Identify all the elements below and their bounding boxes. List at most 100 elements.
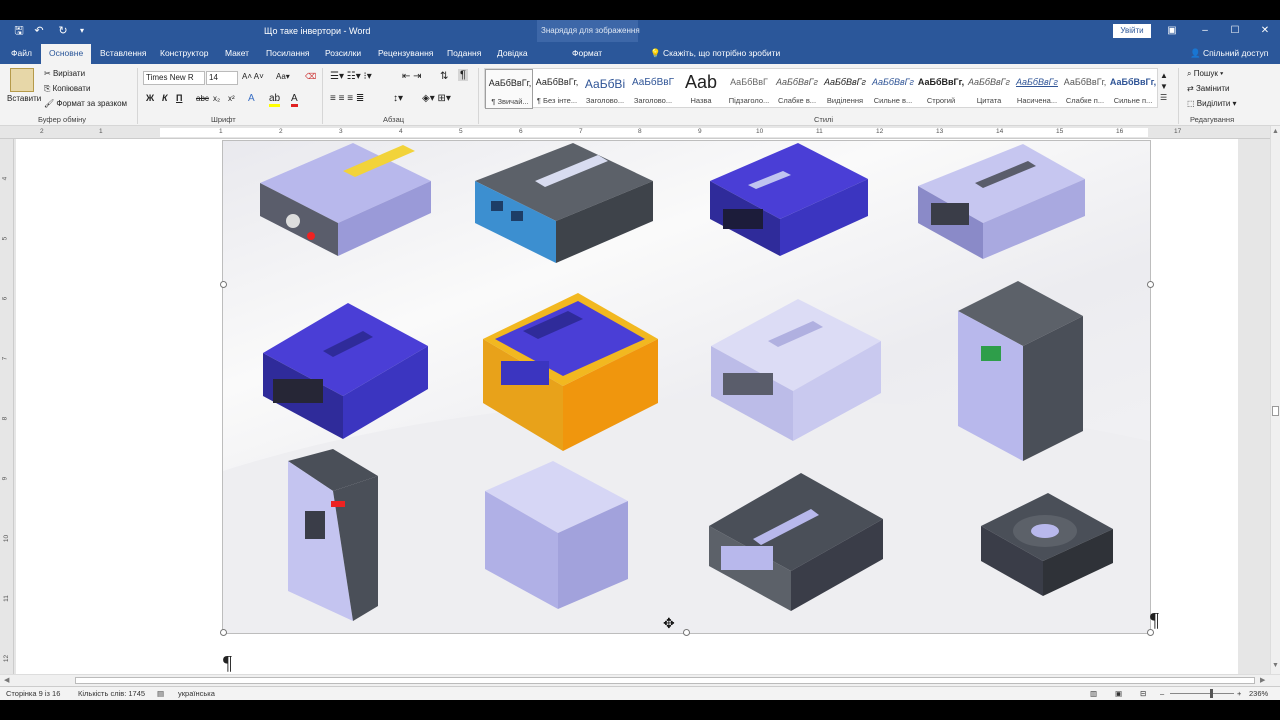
font-color-icon[interactable]: A bbox=[291, 93, 298, 107]
tell-me-search[interactable]: 💡 Скажіть, що потрібно зробити bbox=[650, 48, 780, 59]
style-emphasis[interactable]: АаБбВвГг Виділення bbox=[821, 69, 869, 109]
ruler-mark: 6 bbox=[519, 128, 523, 135]
tab-file[interactable]: Файл bbox=[11, 48, 32, 58]
style-normal[interactable]: АаБбВвГг, ¶ Звичай... bbox=[485, 69, 533, 109]
style-intense-quote[interactable]: АаБбВвГг Насичена... bbox=[1013, 69, 1061, 109]
style-heading1[interactable]: АаБбВі Заголово... bbox=[581, 69, 629, 109]
font-name-select[interactable]: Times New R bbox=[143, 71, 205, 85]
h-scroll-thumb[interactable] bbox=[75, 677, 1255, 684]
replace-button[interactable]: ⇄ Замінити bbox=[1187, 84, 1230, 93]
italic-button[interactable]: К bbox=[162, 93, 168, 103]
subscript-button[interactable]: x₂ bbox=[213, 94, 220, 103]
style-subtle-emphasis[interactable]: АаБбВвГг Слабке в... bbox=[773, 69, 821, 109]
resize-handle[interactable] bbox=[220, 281, 227, 288]
tab-home[interactable]: Основне bbox=[41, 44, 92, 64]
clear-format-icon[interactable]: ⌫ bbox=[305, 72, 316, 81]
inverters-image[interactable] bbox=[222, 140, 1151, 634]
superscript-button[interactable]: x² bbox=[228, 94, 235, 103]
bold-button[interactable]: Ж bbox=[146, 93, 154, 103]
page-count[interactable]: Сторінка 9 із 16 bbox=[6, 689, 60, 698]
horizontal-scrollbar[interactable]: ◀ ▶ bbox=[0, 674, 1280, 686]
style-preview: АаБбВвГг bbox=[824, 77, 866, 87]
save-icon[interactable]: 🖫 bbox=[12, 24, 26, 38]
zoom-level[interactable]: 236% bbox=[1249, 689, 1268, 698]
web-layout-icon[interactable]: ⊟ bbox=[1140, 689, 1146, 698]
cut-button[interactable]: ✂ Вирізати bbox=[44, 69, 85, 78]
sign-in-button[interactable]: Увійти bbox=[1113, 24, 1151, 38]
vertical-ruler[interactable]: 4 5 6 7 8 9 10 11 12 bbox=[0, 139, 14, 674]
scroll-right-icon[interactable]: ▶ bbox=[1260, 676, 1265, 684]
styles-scroll-icon[interactable]: ▲ ▼ ☰ bbox=[1160, 70, 1168, 103]
style-no-spacing[interactable]: АаБбВвГг, ¶ Без інте... bbox=[533, 69, 581, 109]
tab-help[interactable]: Довідка bbox=[497, 48, 528, 58]
ribbon-display-icon[interactable]: ▣ bbox=[1163, 23, 1181, 39]
align-icons[interactable]: ≡ ≡ ≡ ≣ bbox=[330, 93, 364, 104]
document-page[interactable]: ¶ ¶ bbox=[16, 139, 1238, 674]
underline-button[interactable]: П bbox=[176, 93, 182, 103]
tab-layout[interactable]: Макет bbox=[225, 48, 249, 58]
paste-icon[interactable] bbox=[10, 68, 34, 92]
line-spacing-icon[interactable]: ↕▾ bbox=[393, 93, 403, 104]
indent-icon[interactable]: ⇤ ⇥ bbox=[402, 71, 422, 82]
style-title[interactable]: Aab Назва bbox=[677, 69, 725, 109]
bullets-icon[interactable]: ☰▾ ☷▾ ⁝▾ bbox=[330, 71, 372, 82]
close-icon[interactable]: ✕ bbox=[1256, 23, 1274, 39]
select-label: Виділити bbox=[1196, 99, 1231, 108]
style-subtitle[interactable]: АаБбВвГ Підзаголо... bbox=[725, 69, 773, 109]
tab-design[interactable]: Конструктор bbox=[160, 48, 208, 58]
font-size-select[interactable]: 14 bbox=[206, 71, 238, 85]
minimize-icon[interactable]: – bbox=[1196, 23, 1214, 39]
strikethrough-button[interactable]: abc bbox=[196, 94, 209, 103]
zoom-slider-thumb[interactable] bbox=[1210, 689, 1213, 698]
style-quote[interactable]: АаБбВвГг Цитата bbox=[965, 69, 1013, 109]
resize-handle[interactable] bbox=[220, 629, 227, 636]
tab-references[interactable]: Посилання bbox=[266, 48, 310, 58]
resize-handle[interactable] bbox=[683, 629, 690, 636]
tab-review[interactable]: Рецензування bbox=[378, 48, 433, 58]
customize-icon[interactable]: ▾ bbox=[75, 24, 89, 38]
resize-handle[interactable] bbox=[1147, 281, 1154, 288]
style-heading2[interactable]: АаБбВвГ Заголово... bbox=[629, 69, 677, 109]
read-mode-icon[interactable]: ▥ bbox=[1090, 689, 1097, 698]
paragraph-mark: ¶ bbox=[1150, 609, 1160, 631]
tab-insert[interactable]: Вставлення bbox=[100, 48, 146, 58]
style-subtle-reference[interactable]: АаБбВвГг, Слабке п... bbox=[1061, 69, 1109, 109]
select-button[interactable]: ⬚ Виділити ▾ bbox=[1187, 99, 1237, 108]
style-name: ¶ Звичай... bbox=[491, 97, 529, 106]
style-strong[interactable]: АаБбВвГг, Строгий bbox=[917, 69, 965, 109]
zoom-in-icon[interactable]: + bbox=[1237, 689, 1241, 698]
zoom-slider[interactable] bbox=[1170, 693, 1234, 694]
tab-format[interactable]: Формат bbox=[572, 48, 602, 58]
tab-view[interactable]: Подання bbox=[447, 48, 481, 58]
proofing-icon[interactable]: ▤ bbox=[157, 689, 164, 698]
maximize-icon[interactable]: ☐ bbox=[1226, 23, 1244, 39]
zoom-out-icon[interactable]: – bbox=[1160, 689, 1164, 698]
sort-icon[interactable]: ⇅ bbox=[440, 71, 448, 82]
show-marks-icon[interactable]: ¶ bbox=[458, 69, 468, 81]
word-count[interactable]: Кількість слів: 1745 bbox=[78, 689, 145, 698]
redo-icon[interactable]: ↻ bbox=[56, 24, 70, 38]
copy-button[interactable]: ⎘ Копіювати bbox=[44, 84, 90, 94]
text-effects-icon[interactable]: A bbox=[248, 93, 255, 104]
tab-mailings[interactable]: Розсилки bbox=[325, 48, 361, 58]
highlight-icon[interactable]: ab bbox=[269, 93, 281, 107]
print-layout-icon[interactable]: ▣ bbox=[1115, 689, 1122, 698]
style-intense-reference[interactable]: АаБбВвГг, Сильне п... bbox=[1109, 69, 1157, 109]
paste-button[interactable]: Вставити bbox=[7, 94, 41, 103]
style-name: Підзаголо... bbox=[728, 96, 770, 105]
grow-font-icon[interactable]: A˄ A˅ bbox=[242, 72, 264, 81]
scroll-up-icon[interactable]: ▲ bbox=[1272, 128, 1279, 135]
find-button[interactable]: ⌕ Пошук ▾ bbox=[1187, 69, 1223, 79]
share-button[interactable]: 👤 Спільний доступ bbox=[1190, 48, 1268, 59]
scroll-down-icon[interactable]: ▼ bbox=[1272, 662, 1279, 669]
vertical-scrollbar[interactable]: ▲ ▼ bbox=[1270, 126, 1280, 674]
style-intense-emphasis[interactable]: АаБбВвГг Сильне в... bbox=[869, 69, 917, 109]
language-indicator[interactable]: українська bbox=[178, 689, 215, 698]
scroll-left-icon[interactable]: ◀ bbox=[4, 676, 9, 684]
format-painter-button[interactable]: 🖌 Формат за зразком bbox=[44, 99, 127, 108]
shading-icon[interactable]: ◈▾ ⊞▾ bbox=[422, 93, 451, 104]
undo-icon[interactable]: ↶ bbox=[32, 24, 46, 38]
change-case-icon[interactable]: Aa▾ bbox=[276, 72, 290, 81]
horizontal-ruler[interactable]: 1 2 1 2 3 4 5 6 7 8 9 10 11 12 13 14 15 … bbox=[0, 126, 1280, 139]
scroll-thumb[interactable] bbox=[1272, 406, 1279, 416]
